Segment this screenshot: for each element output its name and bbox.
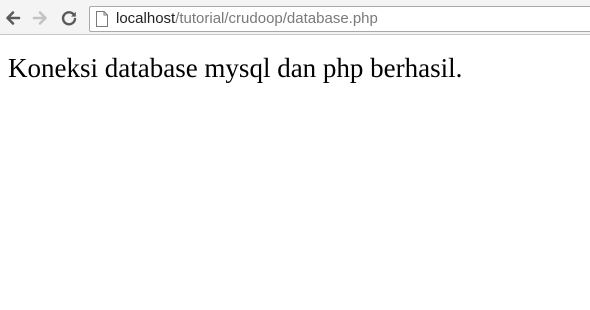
url-text[interactable]: localhost/tutorial/crudoop/database.php	[116, 10, 378, 28]
reload-icon	[61, 11, 77, 26]
page-icon	[96, 11, 108, 27]
url-host: localhost	[116, 10, 176, 27]
reload-button[interactable]	[58, 7, 80, 29]
address-bar[interactable]: localhost/tutorial/crudoop/database.php	[89, 6, 590, 32]
connection-status-message: Koneksi database mysql dan php berhasil.	[8, 53, 463, 83]
forward-button[interactable]	[29, 7, 51, 29]
browser-toolbar: localhost/tutorial/crudoop/database.php	[0, 0, 590, 35]
url-path: /tutorial/crudoop/database.php	[175, 10, 378, 27]
forward-arrow-icon	[32, 11, 47, 25]
back-button[interactable]	[2, 7, 24, 29]
back-arrow-icon	[6, 11, 21, 25]
